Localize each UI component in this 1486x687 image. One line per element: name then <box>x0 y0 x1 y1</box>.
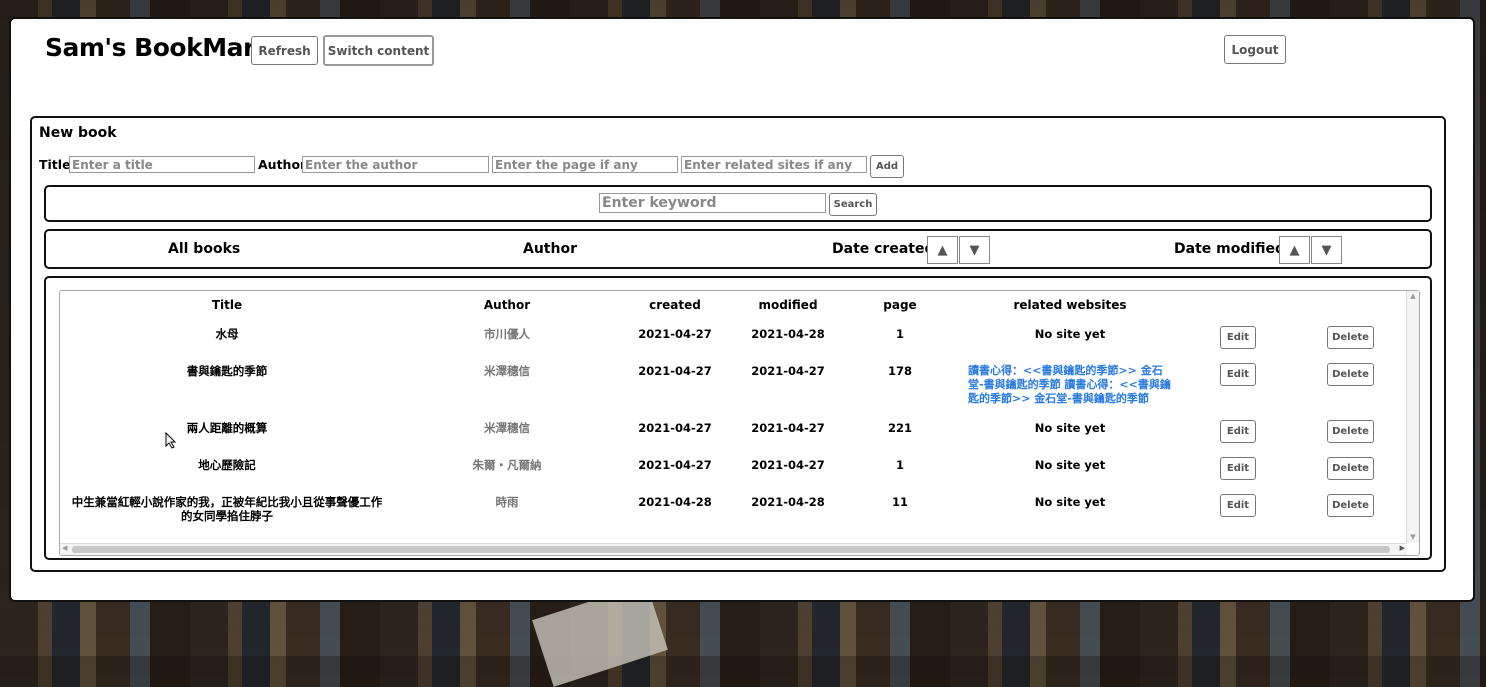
row-sites: No site yet <box>1034 421 1106 435</box>
row-modified: 2021-04-27 <box>751 421 825 435</box>
row-title: 水母 <box>215 327 239 341</box>
refresh-button[interactable]: Refresh <box>251 36 318 65</box>
row-page: 1 <box>895 327 904 341</box>
scroll-down-icon[interactable]: ▼ <box>1407 533 1419 541</box>
delete-button[interactable]: Delete <box>1327 494 1374 517</box>
delete-button[interactable]: Delete <box>1327 363 1374 386</box>
row-title: 兩人距離的概算 <box>186 421 268 435</box>
col-related-websites: related websites <box>1013 298 1127 312</box>
sort-date-created-label: Date created <box>832 241 935 257</box>
scroll-up-icon[interactable]: ▲ <box>1407 291 1419 301</box>
author-label: Author <box>258 157 307 172</box>
row-created: 2021-04-27 <box>638 364 712 378</box>
mouse-cursor-icon <box>165 432 177 449</box>
horizontal-scroll-thumb[interactable] <box>72 546 1390 553</box>
row-modified: 2021-04-27 <box>751 458 825 472</box>
delete-button[interactable]: Delete <box>1327 457 1374 480</box>
row-title: 書與鑰匙的季節 <box>186 364 268 378</box>
col-page: page <box>883 298 917 312</box>
title-label: Title <box>39 157 71 172</box>
logout-button[interactable]: Logout <box>1224 35 1286 64</box>
col-modified: modified <box>758 298 818 312</box>
col-author: Author <box>483 298 531 312</box>
author-input[interactable] <box>302 156 489 173</box>
edit-button[interactable]: Edit <box>1220 363 1256 386</box>
title-input[interactable] <box>69 156 255 173</box>
row-sites: No site yet <box>1034 327 1106 341</box>
new-book-heading: New book <box>39 125 117 141</box>
book-list-section: Title Author created modified page relat… <box>44 276 1432 560</box>
row-created: 2021-04-27 <box>638 327 712 341</box>
col-created: created <box>649 298 701 312</box>
page-input[interactable] <box>492 156 678 173</box>
row-modified: 2021-04-27 <box>751 364 825 378</box>
row-created: 2021-04-27 <box>638 421 712 435</box>
edit-button[interactable]: Edit <box>1220 326 1256 349</box>
sort-author[interactable]: Author <box>523 241 577 257</box>
related-sites-input[interactable] <box>681 156 867 173</box>
row-sites-link[interactable]: 讀書心得：<<書與鑰匙的季節>> 金石堂-書與鑰匙的季節 讀書心得：<<書與鑰匙… <box>968 364 1172 406</box>
edit-button[interactable]: Edit <box>1220 420 1256 443</box>
row-author: 米澤穗信 <box>484 421 530 435</box>
delete-button[interactable]: Delete <box>1327 326 1374 349</box>
switch-content-button[interactable]: Switch content <box>323 35 434 66</box>
row-author: 朱爾・凡爾納 <box>472 458 542 472</box>
search-button[interactable]: Search <box>829 193 877 216</box>
col-title: Title <box>211 298 243 312</box>
vertical-scrollbar[interactable]: ▲ ▼ <box>1406 291 1419 543</box>
new-book-section: New book Title Author Add Search All boo… <box>30 116 1446 572</box>
date-modified-up-button[interactable]: ▲ <box>1279 236 1310 264</box>
scroll-right-icon[interactable]: ▶ <box>1400 544 1405 552</box>
row-sites: No site yet <box>1034 458 1106 472</box>
row-page: 1 <box>895 458 904 472</box>
date-created-down-button[interactable]: ▼ <box>959 236 990 264</box>
row-sites: No site yet <box>1034 495 1106 509</box>
row-title: 地心歷險記 <box>198 458 256 472</box>
date-modified-down-button[interactable]: ▼ <box>1311 236 1342 264</box>
edit-button[interactable]: Edit <box>1220 457 1256 480</box>
sort-all-books[interactable]: All books <box>168 241 240 257</box>
sort-bar: All books Author Date created ▲ ▼ Date m… <box>44 229 1432 269</box>
book-table: Title Author created modified page relat… <box>59 290 1420 556</box>
row-page: 11 <box>891 495 908 509</box>
date-created-up-button[interactable]: ▲ <box>927 236 958 264</box>
row-author: 時雨 <box>495 495 519 509</box>
row-author: 米澤穗信 <box>484 364 530 378</box>
main-panel: Sam's BookMark Refresh Switch content Lo… <box>9 17 1475 602</box>
row-page: 178 <box>887 364 912 378</box>
horizontal-scrollbar[interactable]: ◀ ▶ <box>60 543 1407 555</box>
add-button[interactable]: Add <box>870 155 904 178</box>
row-modified: 2021-04-28 <box>751 327 825 341</box>
delete-button[interactable]: Delete <box>1327 420 1374 443</box>
scroll-left-icon[interactable]: ◀ <box>62 544 67 552</box>
row-title: 中生兼當紅輕小說作家的我，正被年紀比我小且從事聲優工作的女同學掐住脖子 <box>71 495 383 523</box>
search-section: Search <box>44 185 1432 222</box>
keyword-input[interactable] <box>599 193 826 213</box>
row-created: 2021-04-28 <box>638 495 712 509</box>
edit-button[interactable]: Edit <box>1220 494 1256 517</box>
sort-date-modified-label: Date modified <box>1174 241 1286 257</box>
app-title: Sam's BookMark <box>45 33 271 62</box>
row-author: 市川優人 <box>484 327 530 341</box>
row-created: 2021-04-27 <box>638 458 712 472</box>
row-page: 221 <box>887 421 912 435</box>
row-modified: 2021-04-28 <box>751 495 825 509</box>
